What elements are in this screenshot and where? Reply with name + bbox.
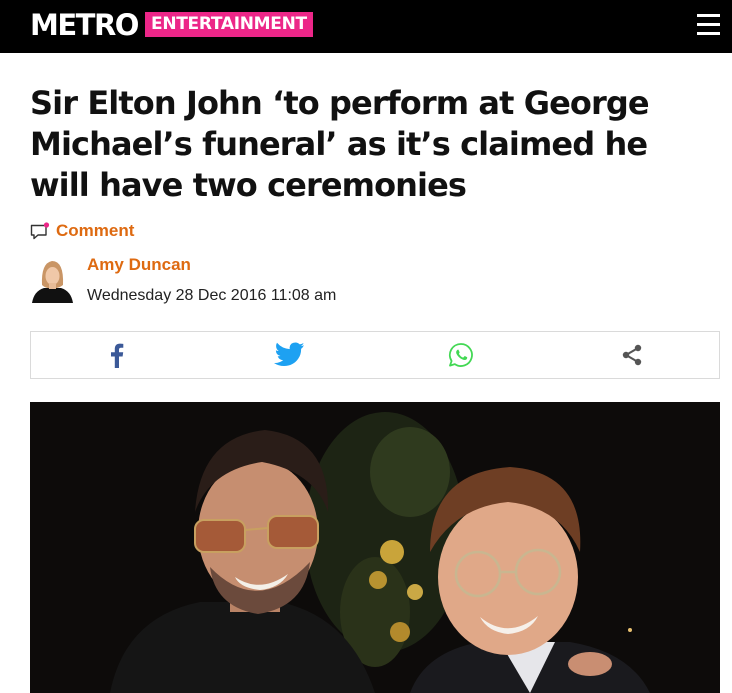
share-bar	[30, 331, 720, 379]
author-avatar[interactable]	[30, 255, 75, 303]
article-photo[interactable]	[30, 402, 720, 693]
share-icon	[622, 344, 642, 366]
twitter-icon	[273, 342, 304, 366]
facebook-icon	[111, 343, 124, 368]
article-headline: Sir Elton John ‘to perform at George Mic…	[30, 84, 650, 204]
comment-label: Comment	[56, 221, 135, 240]
section-tag-entertainment[interactable]: ENTERTAINMENT	[145, 12, 313, 37]
site-header: METRO ENTERTAINMENT	[0, 0, 732, 53]
comment-icon	[30, 222, 50, 240]
twitter-share-button[interactable]	[269, 332, 309, 378]
author-name-link[interactable]: Amy Duncan	[87, 255, 191, 275]
facebook-share-button[interactable]	[97, 332, 137, 378]
background-flower	[380, 540, 404, 564]
whatsapp-share-button[interactable]	[441, 332, 481, 378]
whatsapp-icon	[448, 343, 473, 367]
metro-logo[interactable]: METRO	[30, 7, 139, 43]
hamburger-menu-icon[interactable]	[697, 14, 720, 36]
publish-date: Wednesday 28 Dec 2016 11:08 am	[87, 287, 337, 304]
comment-link[interactable]: Comment	[30, 219, 134, 243]
share-button[interactable]	[612, 332, 652, 378]
